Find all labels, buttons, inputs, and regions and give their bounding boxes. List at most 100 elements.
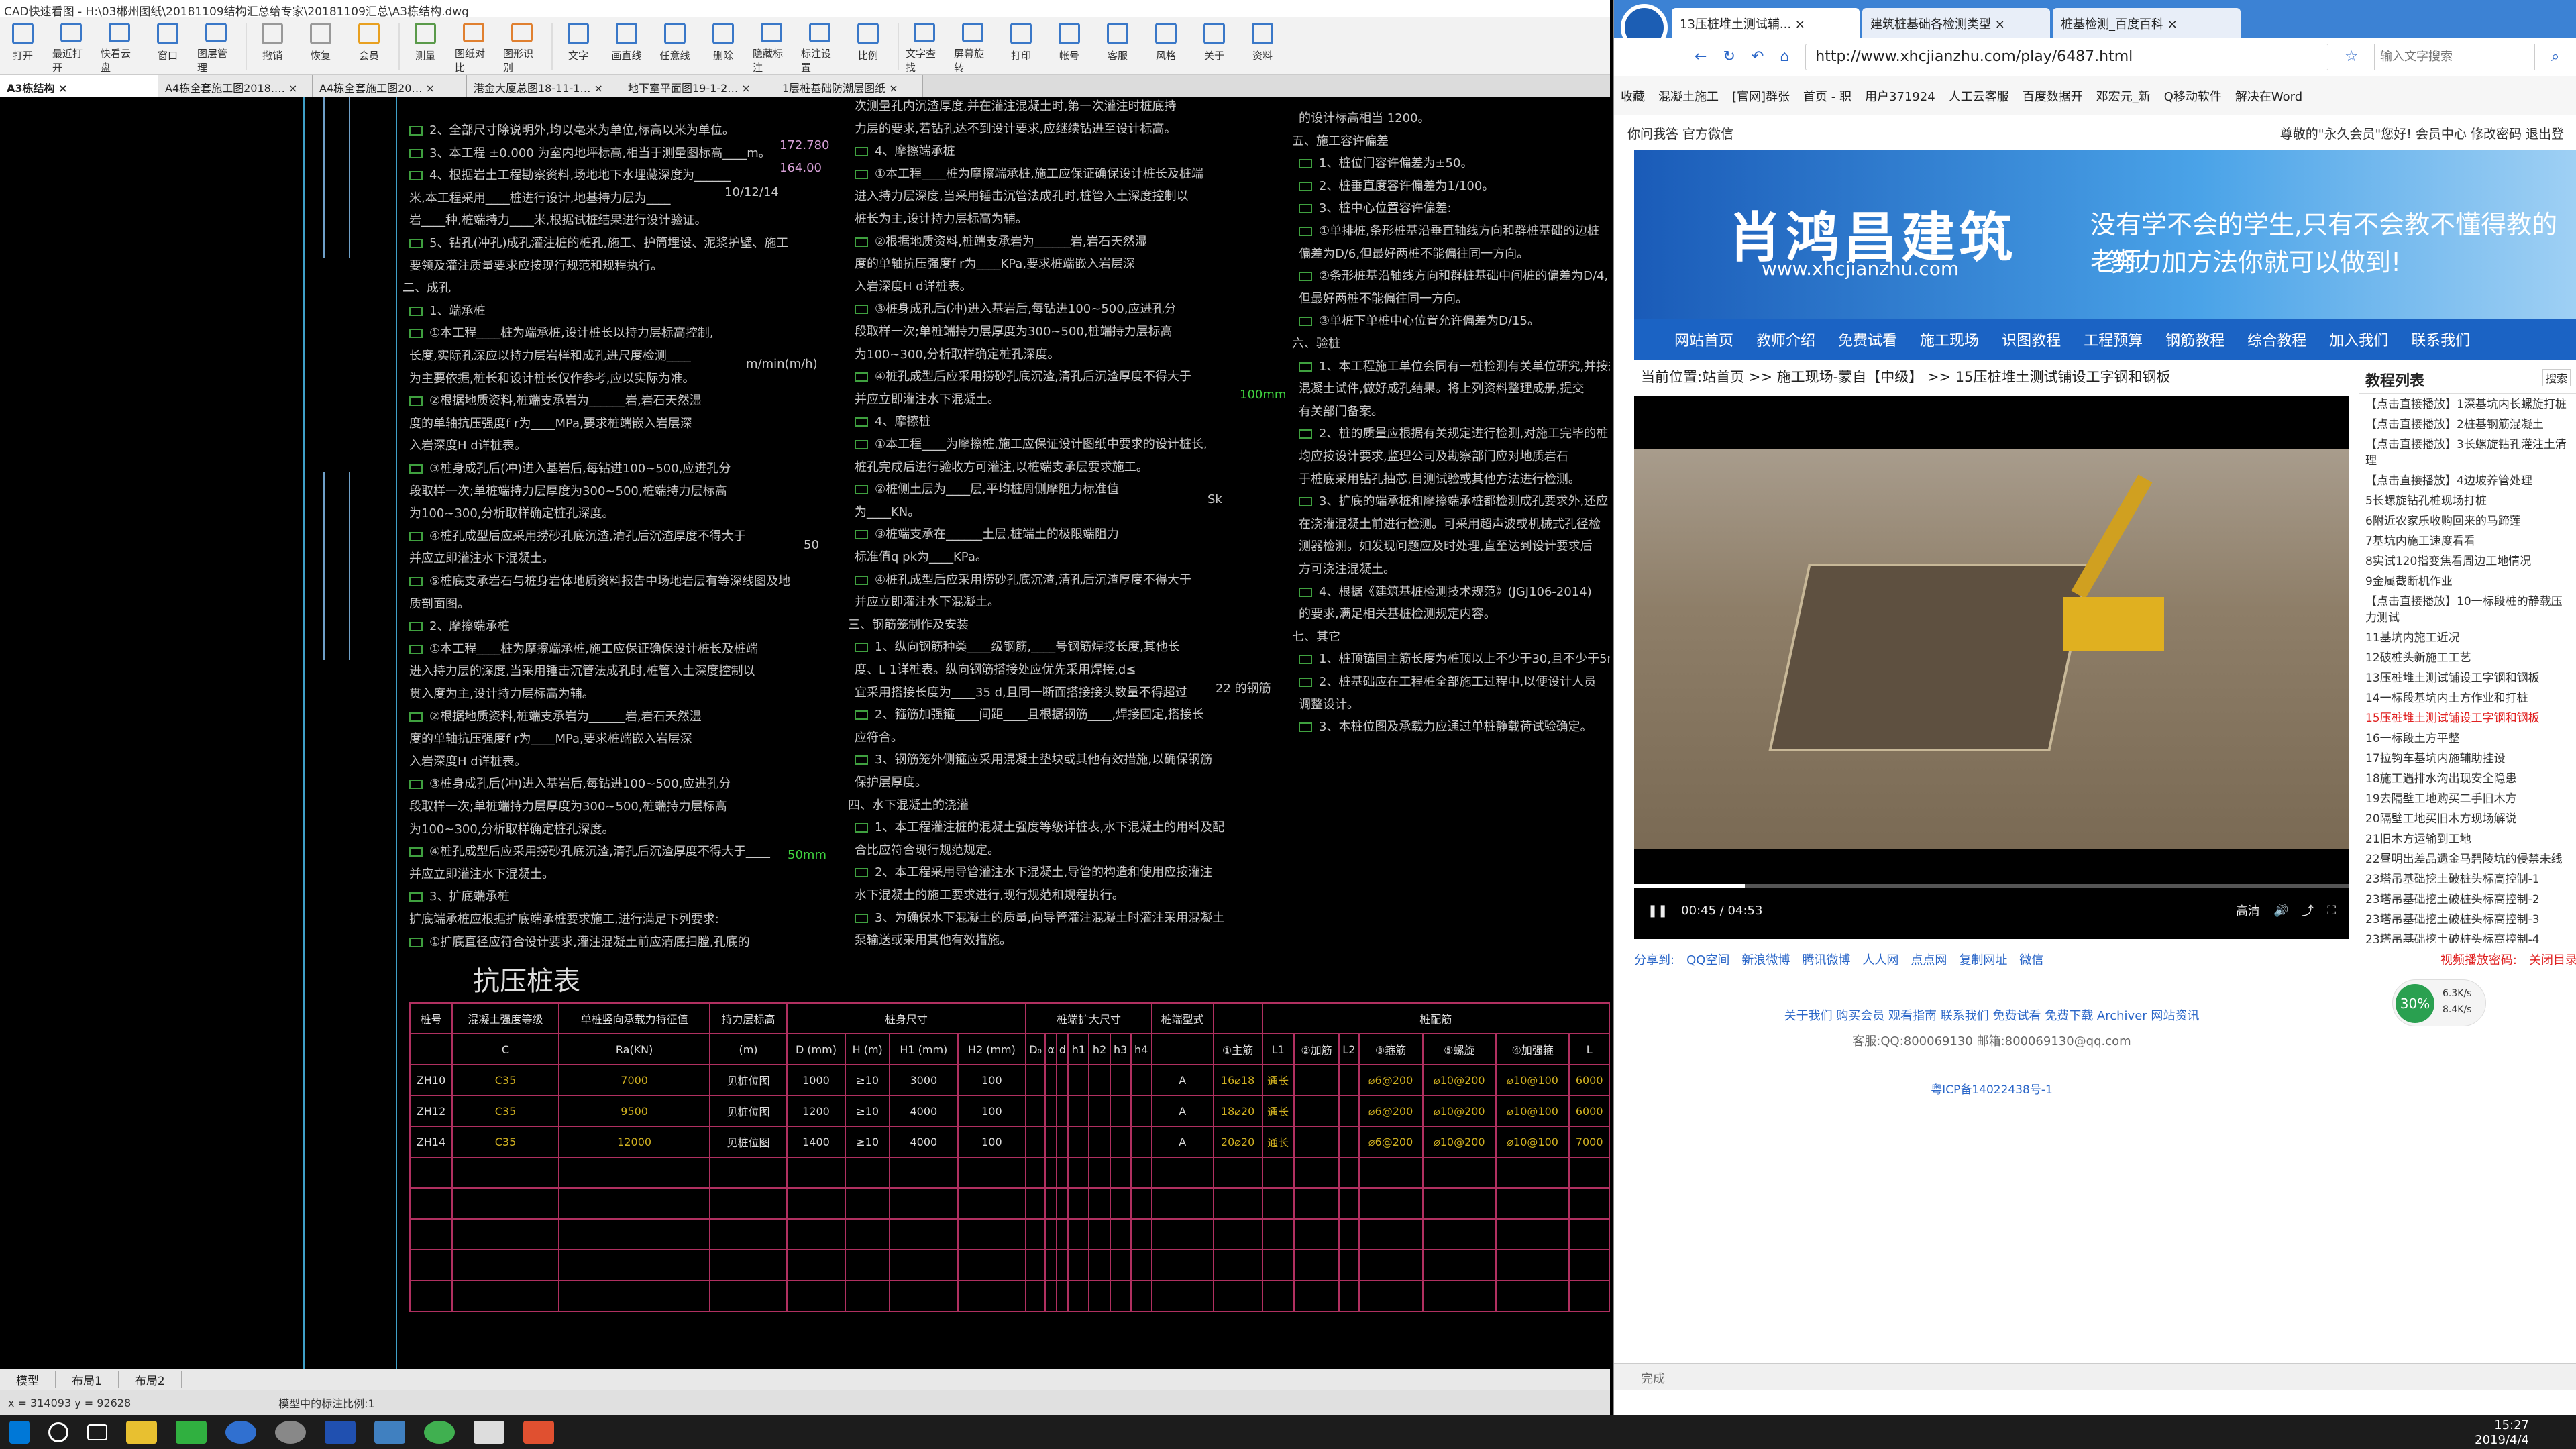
checkbox-icon[interactable] [409,148,423,158]
home-icon[interactable]: ⌂ [1780,48,1789,65]
share-item[interactable]: QQ空间 [1686,951,1729,968]
toolbar-button[interactable]: 窗口 [149,23,186,74]
refresh-icon[interactable]: ↻ [1723,48,1735,65]
browser-tab[interactable]: 建筑桩基础各检测类型 × [1862,8,2050,38]
bookmark-item[interactable]: 用户371924 [1865,87,1935,105]
quality-selector[interactable]: 高清 [2236,902,2260,919]
search-icon[interactable] [48,1422,68,1442]
browser-tab[interactable]: 13压桩堆土测试辅... × [1672,8,1860,38]
site-nav-item[interactable]: 联系我们 [2411,329,2470,350]
sidebar-item[interactable]: 【点击直接播放】1深基坑内长螺旋打桩 [2359,394,2576,415]
checkbox-icon[interactable] [855,305,868,315]
share-item[interactable]: 腾讯微博 [1802,951,1850,968]
checkbox-icon[interactable] [409,464,423,474]
sidebar-item[interactable]: 19去隔壁工地购买二手旧木方 [2359,789,2576,809]
layout-tab[interactable]: 布局2 [119,1371,182,1388]
sidebar-item[interactable]: 17拉钩车基坑内施辅助挂设 [2359,749,2576,769]
footer-links[interactable]: 关于我们 购买会员 观看指南 联系我们 免费试看 免费下载 Archiver 网… [1634,1006,2349,1024]
site-nav-item[interactable]: 钢筋教程 [2165,329,2224,350]
toolbar-button[interactable]: 图形识别 [503,23,541,74]
file-tab[interactable]: A3栋结构 × [0,75,158,97]
undo-icon[interactable]: ↶ [1752,48,1764,65]
toolbar-button[interactable]: 测量 [407,23,444,74]
checkbox-icon[interactable] [409,847,423,857]
checkbox-icon[interactable] [1299,678,1312,687]
checkbox-icon[interactable] [1299,429,1312,439]
site-top-left[interactable]: 你问我答 官方微信 [1627,124,1733,142]
toolbar-button[interactable]: 图层管理 [197,23,235,74]
checkbox-icon[interactable] [1299,272,1312,282]
toolbar-button[interactable]: 最近打开 [52,23,90,74]
taskbar-clock[interactable]: 15:27 2019/4/4 [2475,1418,2529,1448]
sidebar-item[interactable]: 20隔壁工地买旧木方现场解说 [2359,809,2576,829]
toolbar-button[interactable]: 快看云盘 [101,23,138,74]
checkbox-icon[interactable] [1299,655,1312,665]
bookmark-item[interactable]: 收藏 [1621,87,1645,105]
site-nav-item[interactable]: 综合教程 [2247,329,2306,350]
checkbox-icon[interactable] [409,126,423,136]
toolbar-button[interactable]: 帐号 [1051,23,1088,74]
site-top-right[interactable]: 尊敬的"永久会员"您好! 会员中心 修改密码 退出登 [2280,124,2564,142]
pause-icon[interactable]: ❚❚ [1648,904,1668,918]
app-icon[interactable] [176,1421,207,1444]
site-nav-item[interactable]: 网站首页 [1674,329,1733,350]
checkbox-icon[interactable] [855,823,868,833]
site-nav-item[interactable]: 识图教程 [2002,329,2061,350]
toolbar-button[interactable]: 标注设置 [801,23,839,74]
video-progress-bar[interactable] [1634,884,2349,888]
bookmark-item[interactable]: Q移动软件 [2164,87,2222,105]
toolbar-button[interactable]: 客服 [1099,23,1136,74]
bookmark-item[interactable]: 邓宏元_新 [2096,87,2151,105]
sidebar-item[interactable]: 23塔吊基础挖土破桩头标高控制-4 [2359,930,2576,943]
browser-search-input[interactable] [2374,43,2536,70]
volume-icon[interactable]: 🔊 [2273,904,2288,918]
toolbar-button[interactable]: 关于 [1195,23,1233,74]
app-icon[interactable] [275,1421,306,1444]
fullscreen-icon[interactable]: ⛶ [2327,904,2336,918]
checkbox-icon[interactable] [1299,497,1312,507]
start-icon[interactable] [9,1421,30,1444]
bookmark-item[interactable]: 人工云客服 [1949,87,2009,105]
checkbox-icon[interactable] [855,485,868,495]
star-icon[interactable]: ☆ [2345,48,2358,65]
share-item[interactable]: 复制网址 [1959,951,2007,968]
bookmark-item[interactable]: 首页 - 职 [1803,87,1851,105]
file-tab[interactable]: 1层桩基础防潮层图纸 × [775,75,923,97]
sidebar-item[interactable]: 【点击直接播放】4边坡养管处理 [2359,471,2576,491]
toolbar-button[interactable]: 恢复 [302,23,339,74]
share-item[interactable]: 分享到: [1634,951,1674,968]
video-player[interactable]: ❚❚ 00:45 / 04:53 高清 🔊 ⤴ ⛶ [1634,396,2349,939]
sidebar-item[interactable]: 9金属截断机作业 [2359,572,2576,592]
sidebar-item[interactable]: 23塔吊基础挖土破桩头标高控制-1 [2359,869,2576,890]
sidebar-item[interactable]: 7基坑内施工速度看看 [2359,531,2576,551]
file-tab[interactable]: 地下室平面图19-1-2… × [621,75,775,97]
checkbox-icon[interactable] [1299,181,1312,191]
sidebar-item[interactable]: 8实试120指变焦看周边工地情况 [2359,551,2576,572]
checkbox-icon[interactable] [1299,587,1312,597]
checkbox-icon[interactable] [409,577,423,586]
sidebar-item[interactable]: 21旧木方运输到工地 [2359,829,2576,849]
checkbox-icon[interactable] [855,169,868,179]
sidebar-item[interactable]: 6附近农家乐收购回来的马蹄莲 [2359,511,2576,531]
checkbox-icon[interactable] [409,892,423,902]
checkbox-icon[interactable] [1299,204,1312,214]
photos-icon[interactable] [474,1421,504,1444]
bookmark-item[interactable]: 解决在Word [2235,87,2302,105]
toolbar-button[interactable]: 屏幕旋转 [954,23,991,74]
checkbox-icon[interactable] [855,440,868,449]
sidebar-item[interactable]: 【点击直接播放】3长螺旋钻孔灌注土清理 [2359,435,2576,471]
site-nav-item[interactable]: 免费试看 [1838,329,1897,350]
share-icon[interactable]: ⤴ [2302,902,2314,919]
share-item[interactable]: 微信 [2019,951,2043,968]
address-bar[interactable]: http://www.xhcjianzhu.com/play/6487.html [1805,43,2329,70]
checkbox-icon[interactable] [855,147,868,157]
sidebar-item[interactable]: 23塔吊基础挖土破桩头标高控制-3 [2359,910,2576,930]
toolbar-button[interactable]: 打印 [1002,23,1040,74]
file-tab[interactable]: A4栋全套施工图2018.… × [158,75,313,97]
footer-icp[interactable]: 粤ICP备14022438号-1 [1634,1080,2349,1097]
video-frame[interactable] [1634,449,2349,849]
sidebar-item[interactable]: 12破桩头新施工工艺 [2359,648,2576,668]
checkbox-icon[interactable] [855,575,868,585]
toolbar-button[interactable]: 风格 [1147,23,1185,74]
checkbox-icon[interactable] [409,239,423,248]
